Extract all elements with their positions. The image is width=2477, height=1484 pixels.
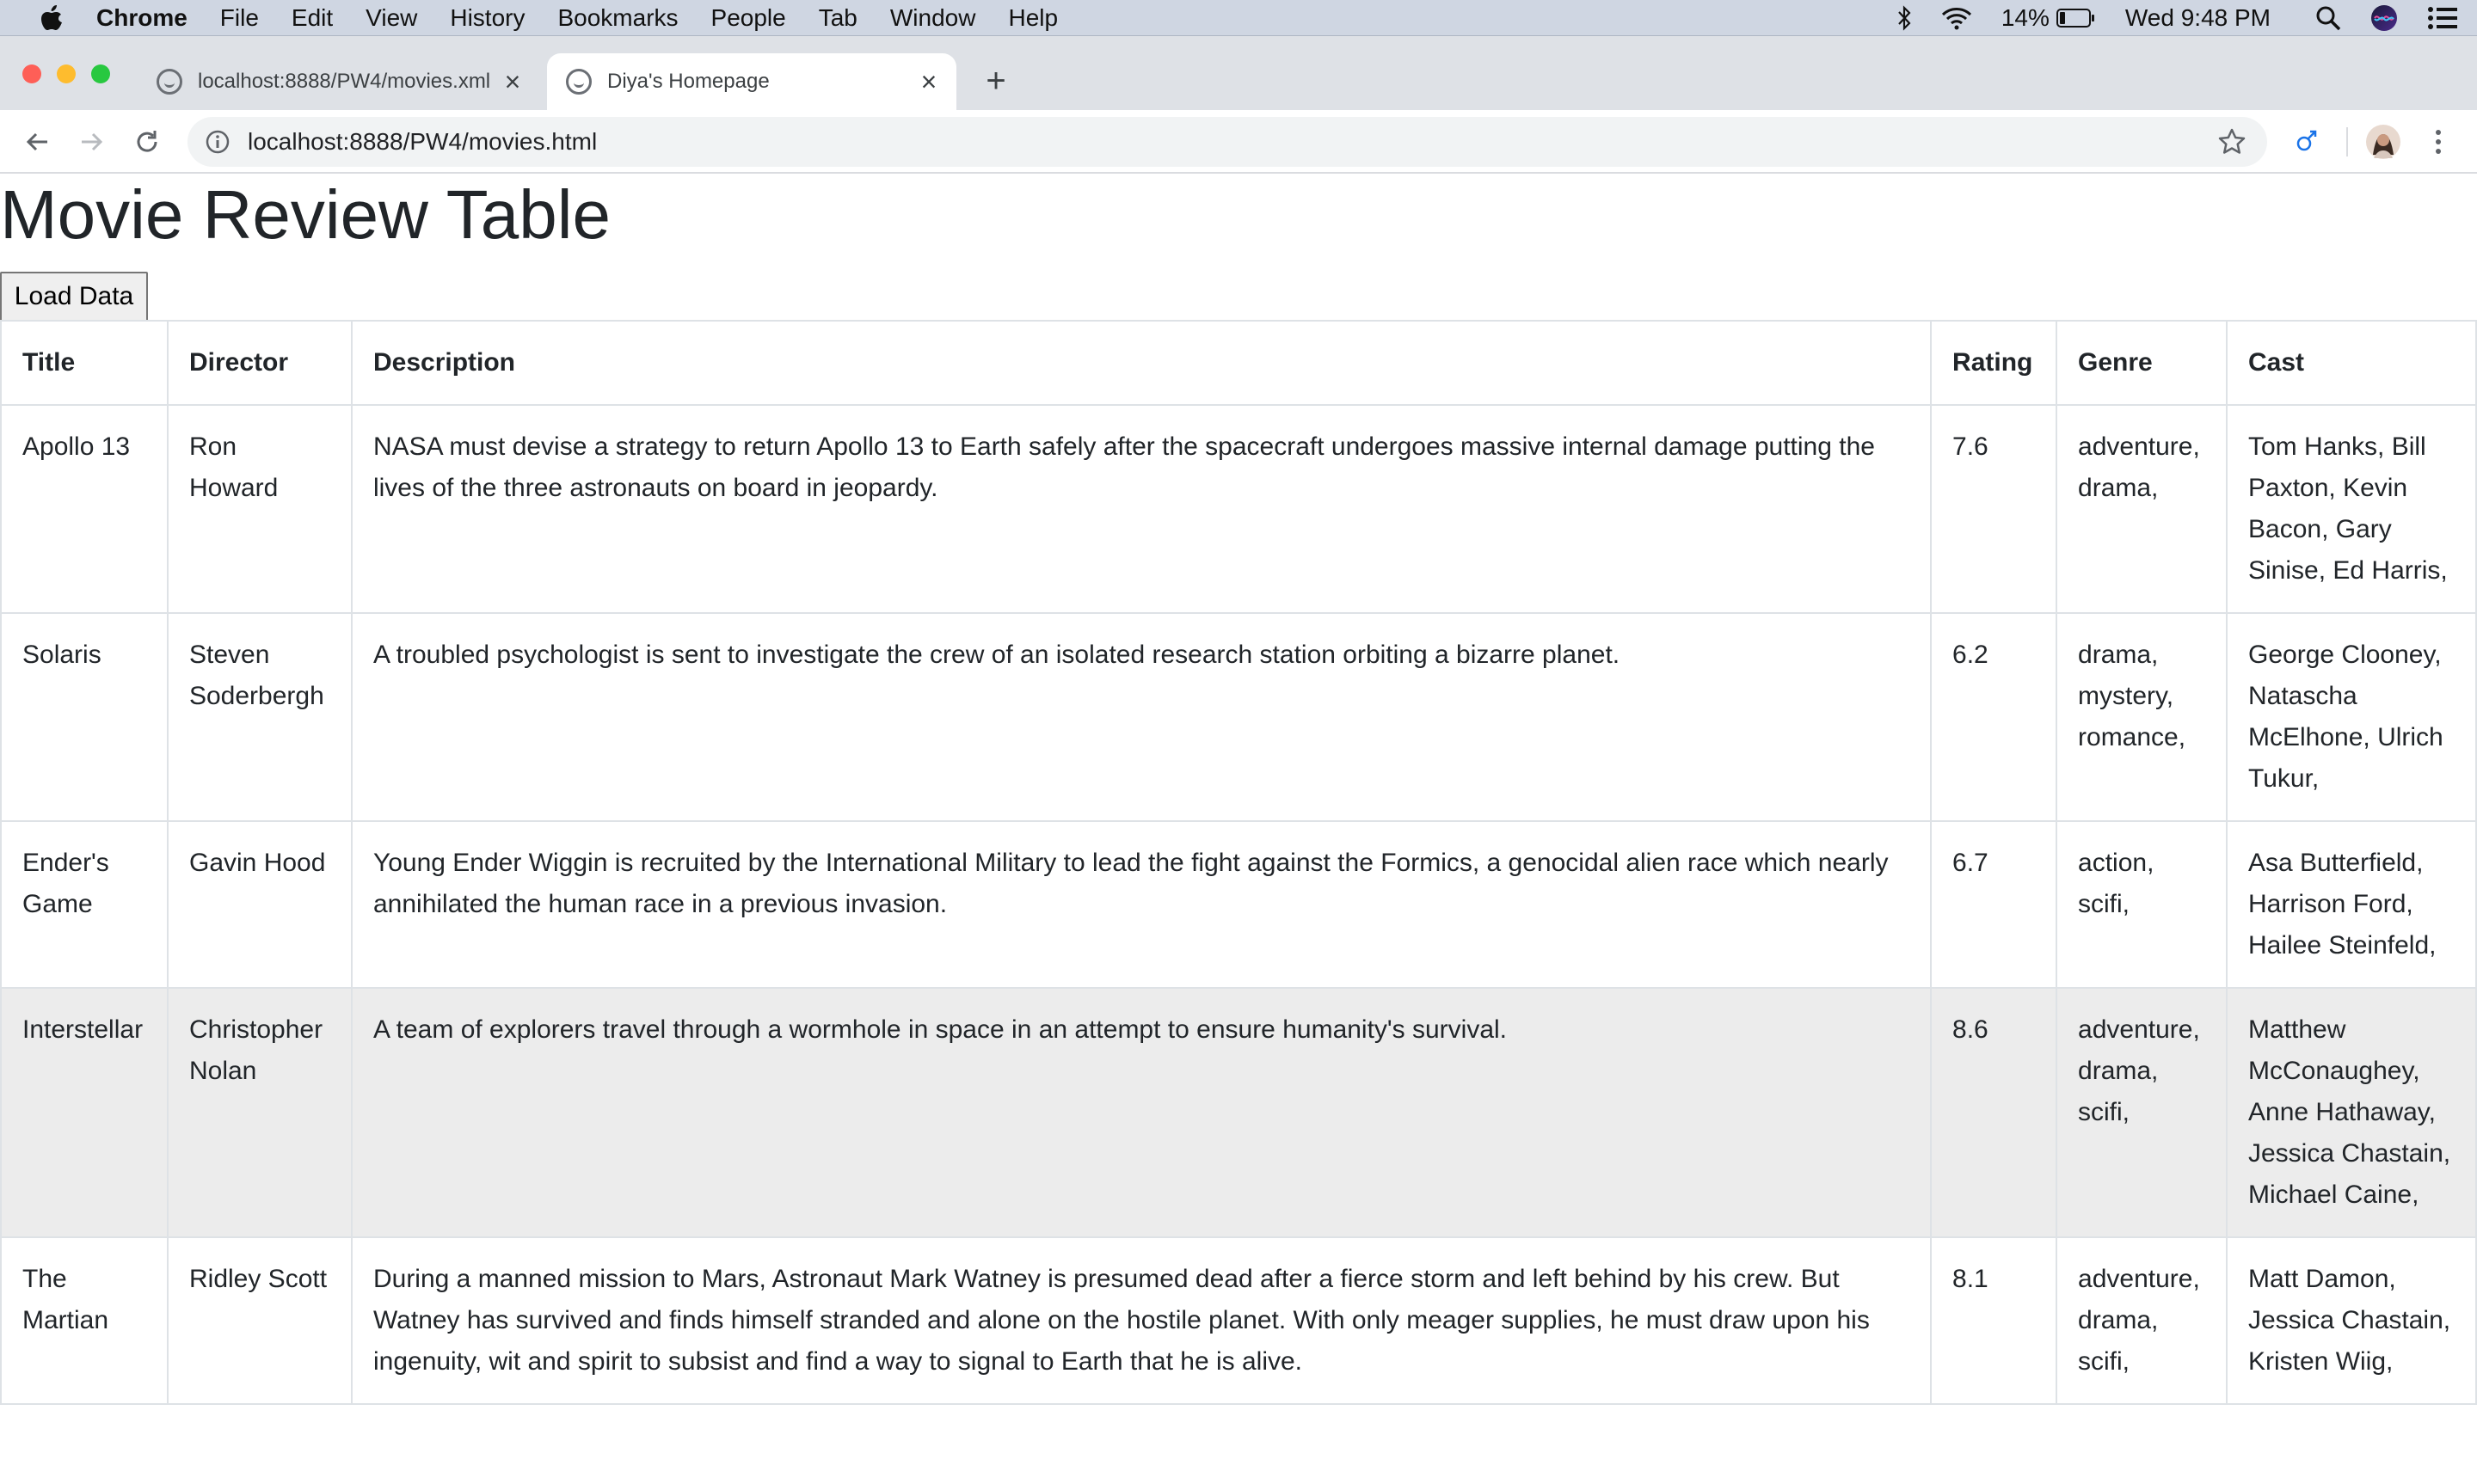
tab-title: Diya's Homepage <box>607 70 770 93</box>
cell-cast: George Clooney, Natascha McElhone, Ulric… <box>2226 612 2477 822</box>
address-bar[interactable]: localhost:8888/PW4/movies.html <box>187 117 2267 167</box>
window-minimize-button[interactable] <box>57 64 76 83</box>
forward-icon[interactable] <box>72 122 112 162</box>
battery-icon[interactable] <box>2056 8 2096 28</box>
cell-title: Apollo 13 <box>0 404 169 614</box>
page-content: Movie Review Table Load Data Title Direc… <box>0 174 2477 1484</box>
tab-diyas-homepage[interactable]: Diya's Homepage × <box>547 53 956 110</box>
menu-people[interactable]: People <box>711 4 786 32</box>
cell-cast: Matt Damon, Jessica Chastain, Kristen Wi… <box>2226 1236 2477 1405</box>
cell-title: Ender's Game <box>0 820 169 989</box>
column-header-description: Description <box>350 320 1933 406</box>
bluetooth-icon[interactable] <box>1896 5 1912 31</box>
table-row: Solaris Steven Soderbergh A troubled psy… <box>0 612 2477 822</box>
battery-percentage: 14% <box>2001 4 2050 31</box>
info-icon[interactable] <box>205 129 230 155</box>
tab-movies-xml[interactable]: localhost:8888/PW4/movies.xml × <box>148 53 540 110</box>
cell-director: Gavin Hood <box>166 820 353 989</box>
menu-bookmarks[interactable]: Bookmarks <box>557 4 678 32</box>
menu-bar-status-area: 14% Wed 9:48 PM <box>1896 0 2477 36</box>
window-zoom-button[interactable] <box>91 64 110 83</box>
back-icon[interactable] <box>17 122 57 162</box>
menu-help[interactable]: Help <box>1008 4 1058 32</box>
column-header-cast: Cast <box>2226 320 2477 406</box>
cell-genre: adventure, drama, <box>2056 404 2228 614</box>
cell-rating: 8.6 <box>1930 987 2058 1238</box>
more-icon[interactable] <box>2420 124 2456 160</box>
profile-avatar[interactable] <box>2365 124 2401 160</box>
menu-edit[interactable]: Edit <box>292 4 333 32</box>
browser-toolbar: localhost:8888/PW4/movies.html <box>0 110 2477 174</box>
cell-genre: drama, mystery, romance, <box>2056 612 2228 822</box>
menu-history[interactable]: History <box>450 4 525 32</box>
cell-title: Interstellar <box>0 987 169 1238</box>
cell-director: Ron Howard <box>166 404 353 614</box>
cell-description: Young Ender Wiggin is recruited by the I… <box>350 820 1933 989</box>
apple-icon[interactable] <box>33 0 71 36</box>
wifi-icon[interactable] <box>1941 6 1972 30</box>
cell-genre: adventure, drama, scifi, <box>2056 1236 2228 1405</box>
cell-title: The Martian <box>0 1236 169 1405</box>
cell-rating: 6.7 <box>1930 820 2058 989</box>
cell-director: Ridley Scott <box>166 1236 353 1405</box>
table-row: Apollo 13 Ron Howard NASA must devise a … <box>0 404 2477 614</box>
menu-tab[interactable]: Tab <box>819 4 857 32</box>
cell-rating: 8.1 <box>1930 1236 2058 1405</box>
cell-title: Solaris <box>0 612 169 822</box>
cell-rating: 6.2 <box>1930 612 2058 822</box>
cell-description: A team of explorers travel through a wor… <box>350 987 1933 1238</box>
menu-app-chrome[interactable]: Chrome <box>96 4 187 32</box>
cell-director: Steven Soderbergh <box>166 612 353 822</box>
star-icon[interactable] <box>2217 127 2247 156</box>
globe-favicon-icon <box>157 69 182 95</box>
close-tab-icon[interactable]: × <box>912 64 946 99</box>
close-tab-icon[interactable]: × <box>495 64 530 99</box>
load-data-button[interactable]: Load Data <box>0 272 148 322</box>
clock[interactable]: Wed 9:48 PM <box>2125 4 2271 32</box>
movie-review-table: Title Director Description Rating Genre … <box>0 320 2477 1405</box>
search-icon[interactable] <box>2315 5 2341 31</box>
control-center-icon[interactable] <box>2427 6 2458 30</box>
cell-cast: Asa Butterfield, Harrison Ford, Hailee S… <box>2226 820 2477 989</box>
column-header-rating: Rating <box>1930 320 2058 406</box>
extension-icon[interactable] <box>2288 124 2324 160</box>
macos-menu-bar: Chrome File Edit View History Bookmarks … <box>0 0 2477 36</box>
new-tab-button[interactable]: + <box>979 64 1013 98</box>
tab-strip: localhost:8888/PW4/movies.xml × Diya's H… <box>0 36 2477 110</box>
table-row: Ender's Game Gavin Hood Young Ender Wigg… <box>0 820 2477 989</box>
column-header-title: Title <box>0 320 169 406</box>
cell-cast: Matthew McConaughey, Anne Hathaway, Jess… <box>2226 987 2477 1238</box>
reload-icon[interactable] <box>127 122 167 162</box>
cell-description: During a manned mission to Mars, Astrona… <box>350 1236 1933 1405</box>
tab-title: localhost:8888/PW4/movies.xml <box>198 70 491 93</box>
url-text[interactable]: localhost:8888/PW4/movies.html <box>248 128 597 156</box>
menu-view[interactable]: View <box>366 4 417 32</box>
globe-favicon-icon <box>566 69 592 95</box>
cell-description: A troubled psychologist is sent to inves… <box>350 612 1933 822</box>
siri-icon[interactable] <box>2370 4 2398 32</box>
table-header-row: Title Director Description Rating Genre … <box>0 320 2477 406</box>
cell-genre: action, scifi, <box>2056 820 2228 989</box>
cell-description: NASA must devise a strategy to return Ap… <box>350 404 1933 614</box>
menu-file[interactable]: File <box>220 4 259 32</box>
page-title: Movie Review Table <box>0 176 611 253</box>
table-row-hovered: Interstellar Christopher Nolan A team of… <box>0 987 2477 1238</box>
menu-window[interactable]: Window <box>890 4 976 32</box>
window-close-button[interactable] <box>22 64 41 83</box>
column-header-director: Director <box>166 320 353 406</box>
cell-rating: 7.6 <box>1930 404 2058 614</box>
cell-director: Christopher Nolan <box>166 987 353 1238</box>
cell-cast: Tom Hanks, Bill Paxton, Kevin Bacon, Gar… <box>2226 404 2477 614</box>
toolbar-separator <box>2346 127 2348 156</box>
column-header-genre: Genre <box>2056 320 2228 406</box>
table-row: The Martian Ridley Scott During a manned… <box>0 1236 2477 1405</box>
cell-genre: adventure, drama, scifi, <box>2056 987 2228 1238</box>
